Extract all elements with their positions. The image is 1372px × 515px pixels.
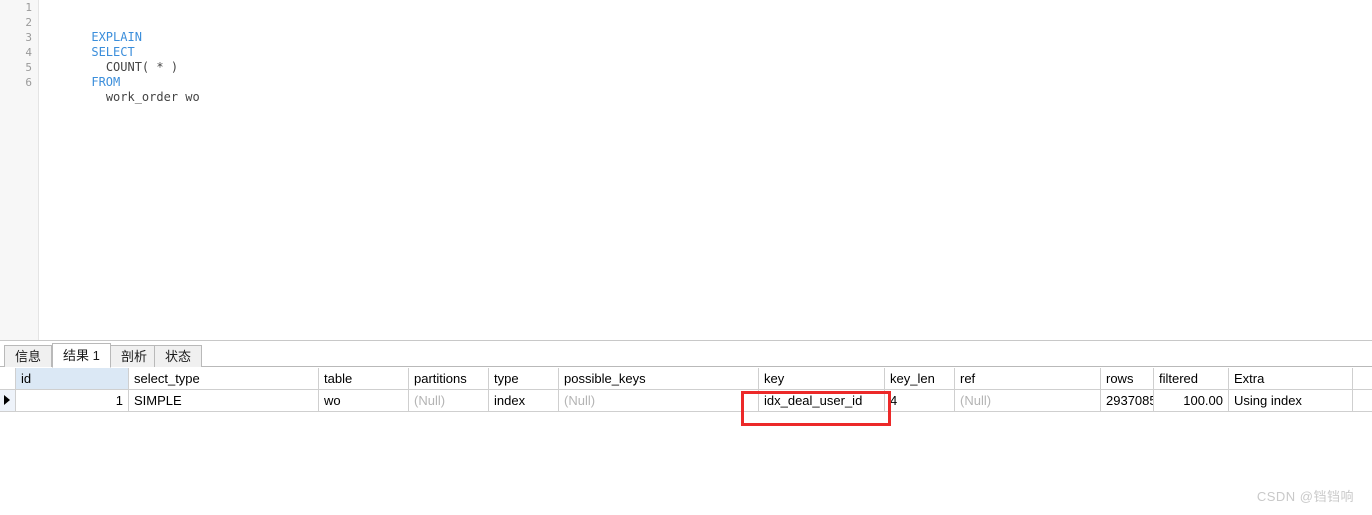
cell-key-len[interactable]: 4 bbox=[885, 390, 955, 411]
sql-text: work_order wo bbox=[105, 90, 200, 104]
result-pane: 信息 结果 1 剖析 状态 id select_type table parti… bbox=[0, 341, 1372, 515]
sql-text: COUNT( * ) bbox=[105, 60, 179, 74]
column-header-id[interactable]: id bbox=[16, 368, 129, 389]
line-number: 5 bbox=[25, 61, 32, 74]
column-header-key-len[interactable]: key_len bbox=[885, 368, 955, 389]
result-tab-bar: 信息 结果 1 剖析 状态 bbox=[0, 343, 1372, 368]
line-number: 3 bbox=[25, 31, 32, 44]
tab-profile[interactable]: 剖析 bbox=[110, 345, 159, 367]
sql-keyword: SELECT bbox=[91, 45, 135, 59]
sql-keyword: FROM bbox=[91, 75, 121, 89]
sql-keyword: EXPLAIN bbox=[91, 30, 142, 44]
triangle-right-icon bbox=[4, 395, 10, 405]
line-number: 1 bbox=[25, 1, 32, 14]
row-marker-current bbox=[0, 390, 16, 411]
sql-editor[interactable]: 1 2 3 4 5 6 EXPLAIN SELECT COUNT( * ) FR… bbox=[0, 0, 1372, 341]
table-row[interactable]: 1 SIMPLE wo (Null) index (Null) idx_deal… bbox=[0, 390, 1372, 412]
csdn-watermark: CSDN @铛铛响 bbox=[1256, 489, 1354, 504]
explain-result-grid[interactable]: id select_type table partitions type pos… bbox=[0, 368, 1372, 412]
sql-indent bbox=[91, 90, 105, 104]
column-header-ref[interactable]: ref bbox=[955, 368, 1101, 389]
code-line: FROM bbox=[48, 60, 1372, 89]
code-line: work_order wo bbox=[48, 75, 1372, 104]
cell-type[interactable]: index bbox=[489, 390, 559, 411]
column-header-type[interactable]: type bbox=[489, 368, 559, 389]
cell-table[interactable]: wo bbox=[319, 390, 409, 411]
cell-select-type[interactable]: SIMPLE bbox=[129, 390, 319, 411]
column-header-possible-keys[interactable]: possible_keys bbox=[559, 368, 759, 389]
line-number: 4 bbox=[25, 46, 32, 59]
row-marker-header bbox=[0, 368, 16, 389]
sql-indent bbox=[91, 60, 105, 74]
tab-status[interactable]: 状态 bbox=[154, 345, 203, 367]
cell-partitions[interactable]: (Null) bbox=[409, 390, 489, 411]
code-line: SELECT bbox=[48, 30, 1372, 59]
column-header-key[interactable]: key bbox=[759, 368, 885, 389]
grid-header-row: id select_type table partitions type pos… bbox=[0, 368, 1372, 390]
column-header-table[interactable]: table bbox=[319, 368, 409, 389]
tab-result-1[interactable]: 结果 1 bbox=[52, 343, 111, 368]
column-header-rows[interactable]: rows bbox=[1101, 368, 1154, 389]
code-line: EXPLAIN bbox=[48, 15, 1372, 44]
line-number: 2 bbox=[25, 16, 32, 29]
cell-filtered[interactable]: 100.00 bbox=[1154, 390, 1229, 411]
cell-possible-keys[interactable]: (Null) bbox=[559, 390, 759, 411]
cell-rows[interactable]: 2937085 bbox=[1101, 390, 1154, 411]
editor-line-number-gutter: 1 2 3 4 5 6 bbox=[0, 0, 39, 340]
column-header-filtered[interactable]: filtered bbox=[1154, 368, 1229, 389]
column-header-select-type[interactable]: select_type bbox=[129, 368, 319, 389]
line-number: 6 bbox=[25, 76, 32, 89]
column-header-extra[interactable]: Extra bbox=[1229, 368, 1353, 389]
code-line: COUNT( * ) bbox=[48, 45, 1372, 74]
cell-id[interactable]: 1 bbox=[16, 390, 129, 411]
sql-code-area[interactable]: EXPLAIN SELECT COUNT( * ) FROM work_orde… bbox=[48, 0, 1372, 340]
cell-extra[interactable]: Using index bbox=[1229, 390, 1353, 411]
column-header-partitions[interactable]: partitions bbox=[409, 368, 489, 389]
tab-info[interactable]: 信息 bbox=[4, 345, 53, 367]
cell-key[interactable]: idx_deal_user_id bbox=[759, 390, 885, 411]
cell-ref[interactable]: (Null) bbox=[955, 390, 1101, 411]
